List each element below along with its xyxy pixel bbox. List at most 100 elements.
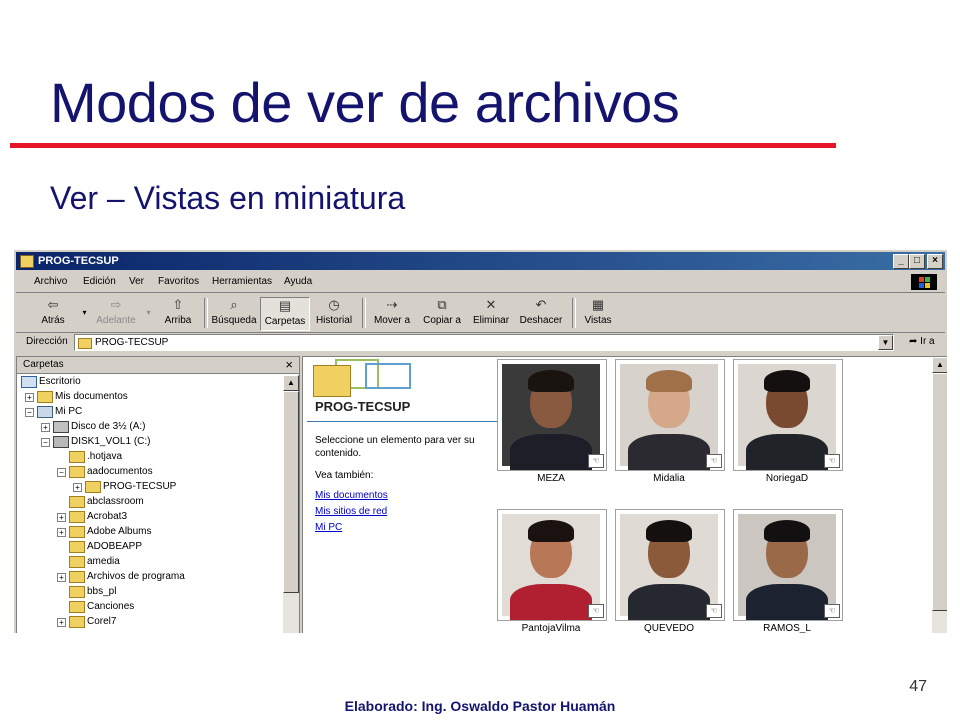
portrait-photo <box>738 364 836 470</box>
move-to-icon: ⇢ <box>386 297 398 312</box>
back-arrow-icon: ⇦ <box>47 297 59 312</box>
tree-scrollbar[interactable]: ▲ <box>283 375 299 633</box>
go-button-label: Ir a <box>920 336 935 347</box>
menu-favoritos[interactable]: Favoritos <box>158 276 199 287</box>
scroll-thumb[interactable] <box>283 391 299 593</box>
folder-icon <box>69 586 85 598</box>
menu-archivo[interactable]: Archivo <box>34 276 67 287</box>
thumbnail-item[interactable]: ☜ <box>733 359 843 471</box>
menu-ayuda[interactable]: Ayuda <box>284 276 312 287</box>
address-dropdown-icon[interactable]: ▼ <box>878 335 893 350</box>
thumbnail-caption[interactable]: MEZA <box>497 473 605 484</box>
thumbnail-item[interactable]: ☜ <box>497 509 607 621</box>
forward-dropdown-icon[interactable]: ▾ <box>142 306 155 319</box>
scroll-thumb[interactable] <box>932 373 947 611</box>
scroll-up-icon[interactable]: ▲ <box>932 357 947 373</box>
tree-label: Escritorio <box>39 376 81 387</box>
thumbnail-caption[interactable]: PantojaVilma <box>497 623 605 633</box>
thumbnail-caption[interactable]: Midalia <box>615 473 723 484</box>
folder-icon <box>78 338 92 349</box>
thumbnail-caption[interactable]: NoriegaD <box>733 473 841 484</box>
webview-divider <box>307 421 499 422</box>
expand-icon[interactable]: + <box>57 513 66 522</box>
views-icon: ▦ <box>591 297 605 312</box>
folder-tree: Escritorio + Mis documentos − Mi PC + Di… <box>17 375 282 633</box>
portrait-photo <box>502 364 600 470</box>
portrait-shape <box>628 434 710 470</box>
move-to-button[interactable]: ⇢ Mover a <box>368 297 416 329</box>
tree-label: amedia <box>87 556 120 567</box>
explorer-window: PROG-TECSUP _ □ × Archivo Edición Ver Fa… <box>14 250 947 633</box>
menu-bar: Archivo Edición Ver Favoritos Herramient… <box>16 272 945 293</box>
shared-hand-icon: ☜ <box>824 454 840 468</box>
content-scrollbar[interactable]: ▲ <box>932 357 947 633</box>
portrait-shape <box>764 520 810 542</box>
menu-ver[interactable]: Ver <box>129 276 144 287</box>
portrait-photo <box>620 364 718 470</box>
up-button-label: Arriba <box>164 315 192 326</box>
search-icon: ⌕ <box>230 297 238 312</box>
folder-icon <box>69 526 85 538</box>
scroll-up-icon[interactable]: ▲ <box>283 375 299 391</box>
collapse-icon[interactable]: − <box>25 408 34 417</box>
thumbnail-item[interactable]: ☜ <box>615 359 725 471</box>
content-pane: PROG-TECSUP Seleccione un elemento para … <box>302 356 947 633</box>
address-input[interactable]: PROG-TECSUP ▼ <box>74 334 894 351</box>
forward-arrow-icon: ⇨ <box>110 297 122 312</box>
back-button[interactable]: ⇦ Atrás <box>30 297 76 329</box>
maximize-button[interactable]: □ <box>909 254 925 269</box>
expand-icon[interactable]: + <box>57 618 66 627</box>
window-titlebar[interactable]: PROG-TECSUP _ □ × <box>16 252 945 270</box>
portrait-shape <box>646 370 692 392</box>
link-mi-pc[interactable]: Mi PC <box>315 522 342 533</box>
close-button[interactable]: × <box>927 254 943 269</box>
thumbnail-item[interactable]: ☜ <box>733 509 843 621</box>
minimize-button[interactable]: _ <box>893 254 909 269</box>
expand-icon[interactable]: + <box>73 483 82 492</box>
tree-label: DISK1_VOL1 (C:) <box>71 436 151 447</box>
thumbnail-item[interactable]: ☜ <box>615 509 725 621</box>
close-pane-icon[interactable]: × <box>285 357 293 372</box>
undo-button[interactable]: ↶ Deshacer <box>516 297 566 329</box>
collapse-icon[interactable]: − <box>57 468 66 477</box>
history-button[interactable]: ◷ Historial <box>312 297 356 329</box>
up-button[interactable]: ⇧ Arriba <box>158 297 198 329</box>
page-number: 47 <box>909 678 927 695</box>
delete-button[interactable]: ✕ Eliminar <box>468 297 514 329</box>
folder-banner-graphic <box>365 363 411 389</box>
portrait-shape <box>746 434 828 470</box>
expand-icon[interactable]: + <box>57 528 66 537</box>
undo-button-label: Deshacer <box>519 315 563 326</box>
expand-icon[interactable]: + <box>25 393 34 402</box>
collapse-icon[interactable]: − <box>41 438 50 447</box>
menu-herramientas[interactable]: Herramientas <box>212 276 272 287</box>
folders-icon: ▤ <box>278 298 292 313</box>
copy-to-button[interactable]: ⧉ Copiar a <box>419 297 465 329</box>
up-folder-icon: ⇧ <box>172 297 184 312</box>
shared-hand-icon: ☜ <box>824 604 840 618</box>
go-button[interactable]: ➦ Ir a <box>909 336 935 347</box>
thumbnail-item[interactable]: ☜ <box>497 359 607 471</box>
portrait-photo <box>620 514 718 620</box>
folders-button[interactable]: ▤ Carpetas <box>260 297 310 331</box>
expand-icon[interactable]: + <box>41 423 50 432</box>
drive-icon <box>53 436 69 448</box>
thumbnail-caption[interactable]: RAMOS_L <box>733 623 841 633</box>
tree-label: bbs_pl <box>87 586 117 597</box>
webview-description: Seleccione un elemento para ver su conte… <box>315 435 475 459</box>
slide-title: Modos de ver de archivos <box>50 71 680 134</box>
tree-label: ADOBEAPP <box>87 541 143 552</box>
forward-button[interactable]: ⇨ Adelante <box>90 297 142 329</box>
delete-button-label: Eliminar <box>472 315 510 326</box>
search-button[interactable]: ⌕ Búsqueda <box>210 297 258 329</box>
expand-icon[interactable]: + <box>57 573 66 582</box>
desktop-icon <box>21 376 37 388</box>
thumbnail-caption[interactable]: QUEVEDO <box>615 623 723 633</box>
link-mis-documentos[interactable]: Mis documentos <box>315 490 388 501</box>
views-button[interactable]: ▦ Vistas <box>578 297 618 329</box>
menu-edicion[interactable]: Edición <box>83 276 116 287</box>
link-mis-sitios-de-red[interactable]: Mis sitios de red <box>315 506 387 517</box>
address-label: Dirección <box>26 336 68 347</box>
delete-icon: ✕ <box>485 297 497 312</box>
folder-icon <box>69 601 85 613</box>
